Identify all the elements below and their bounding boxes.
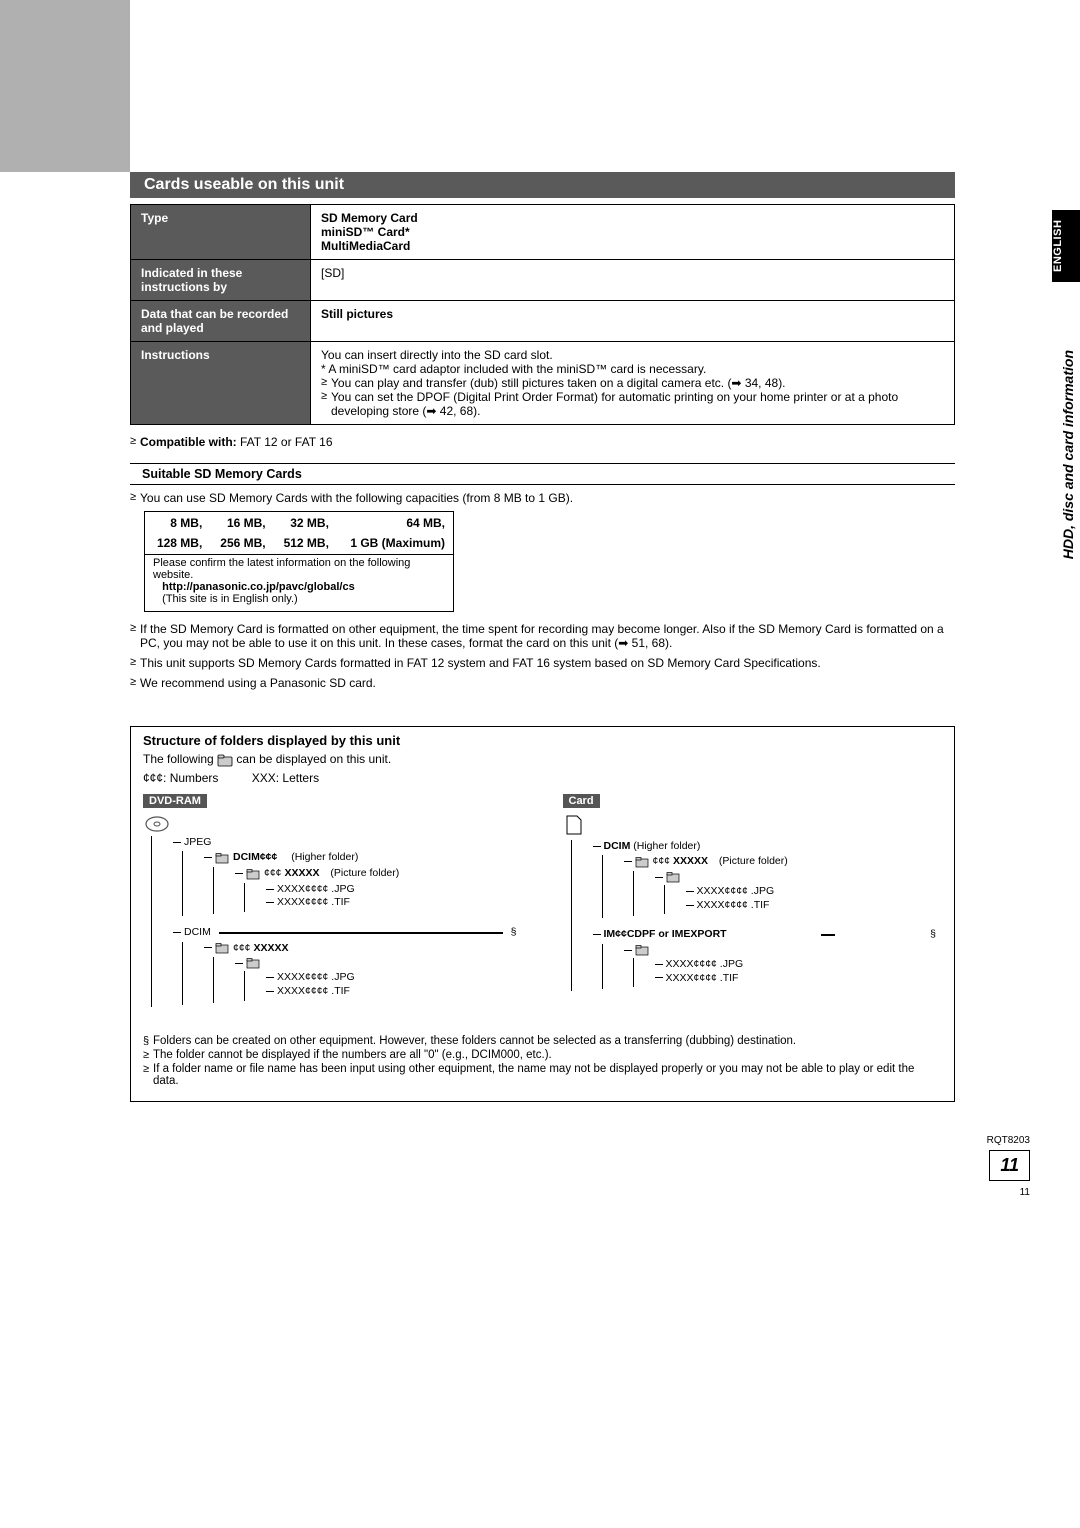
structure-footnotes: Folders can be created on other equipmen…	[143, 1035, 942, 1087]
row-value: SD Memory Card miniSD™ Card* MultiMediaC…	[311, 205, 955, 260]
structure-title: Structure of folders displayed by this u…	[143, 733, 942, 748]
language-tab: ENGLISH	[1052, 210, 1080, 282]
row-header: Instructions	[131, 342, 311, 425]
folder-icon	[635, 856, 649, 868]
spec-table: Type SD Memory Card miniSD™ Card* MultiM…	[130, 204, 955, 425]
row-header: Type	[131, 205, 311, 260]
note: This unit supports SD Memory Cards forma…	[130, 656, 955, 670]
margin-block	[0, 0, 130, 172]
card-column: Card DCIM (Higher folder) ¢¢¢ XXXXX (Pic…	[563, 793, 943, 1007]
sub-header: Suitable SD Memory Cards	[130, 463, 955, 485]
page-footer: RQT8203 11 11	[987, 1135, 1030, 1198]
disc-icon	[143, 814, 171, 834]
folder-icon	[635, 944, 649, 956]
folder-icon	[215, 852, 229, 864]
capacity-box: 8 MB, 16 MB, 32 MB, 64 MB, 128 MB, 256 M…	[144, 511, 454, 612]
sd-card-icon	[563, 814, 585, 838]
page-content: Cards useable on this unit Type SD Memor…	[130, 172, 955, 1102]
row-header: Data that can be recorded and played	[131, 301, 311, 342]
structure-box: Structure of folders displayed by this u…	[130, 726, 955, 1102]
folder-icon	[666, 871, 680, 883]
capacity-intro: You can use SD Memory Cards with the fol…	[130, 491, 955, 505]
row-header: Indicated in these instructions by	[131, 260, 311, 301]
row-value: [SD]	[311, 260, 955, 301]
folder-icon	[246, 868, 260, 880]
dvd-ram-column: DVD-RAM JPEG DCIM¢¢¢ (Higher folder)	[143, 793, 523, 1007]
row-value: Still pictures	[311, 301, 955, 342]
section-header: Cards useable on this unit	[130, 172, 955, 198]
folder-icon	[217, 753, 233, 767]
compat-note: Compatible with: FAT 12 or FAT 16	[130, 435, 955, 449]
folder-icon	[215, 942, 229, 954]
note: We recommend using a Panasonic SD card.	[130, 676, 955, 690]
section-side-title: HDD, disc and card information	[1060, 350, 1076, 559]
folder-icon	[246, 957, 260, 969]
note: If the SD Memory Card is formatted on ot…	[130, 622, 955, 650]
row-value: You can insert directly into the SD card…	[311, 342, 955, 425]
